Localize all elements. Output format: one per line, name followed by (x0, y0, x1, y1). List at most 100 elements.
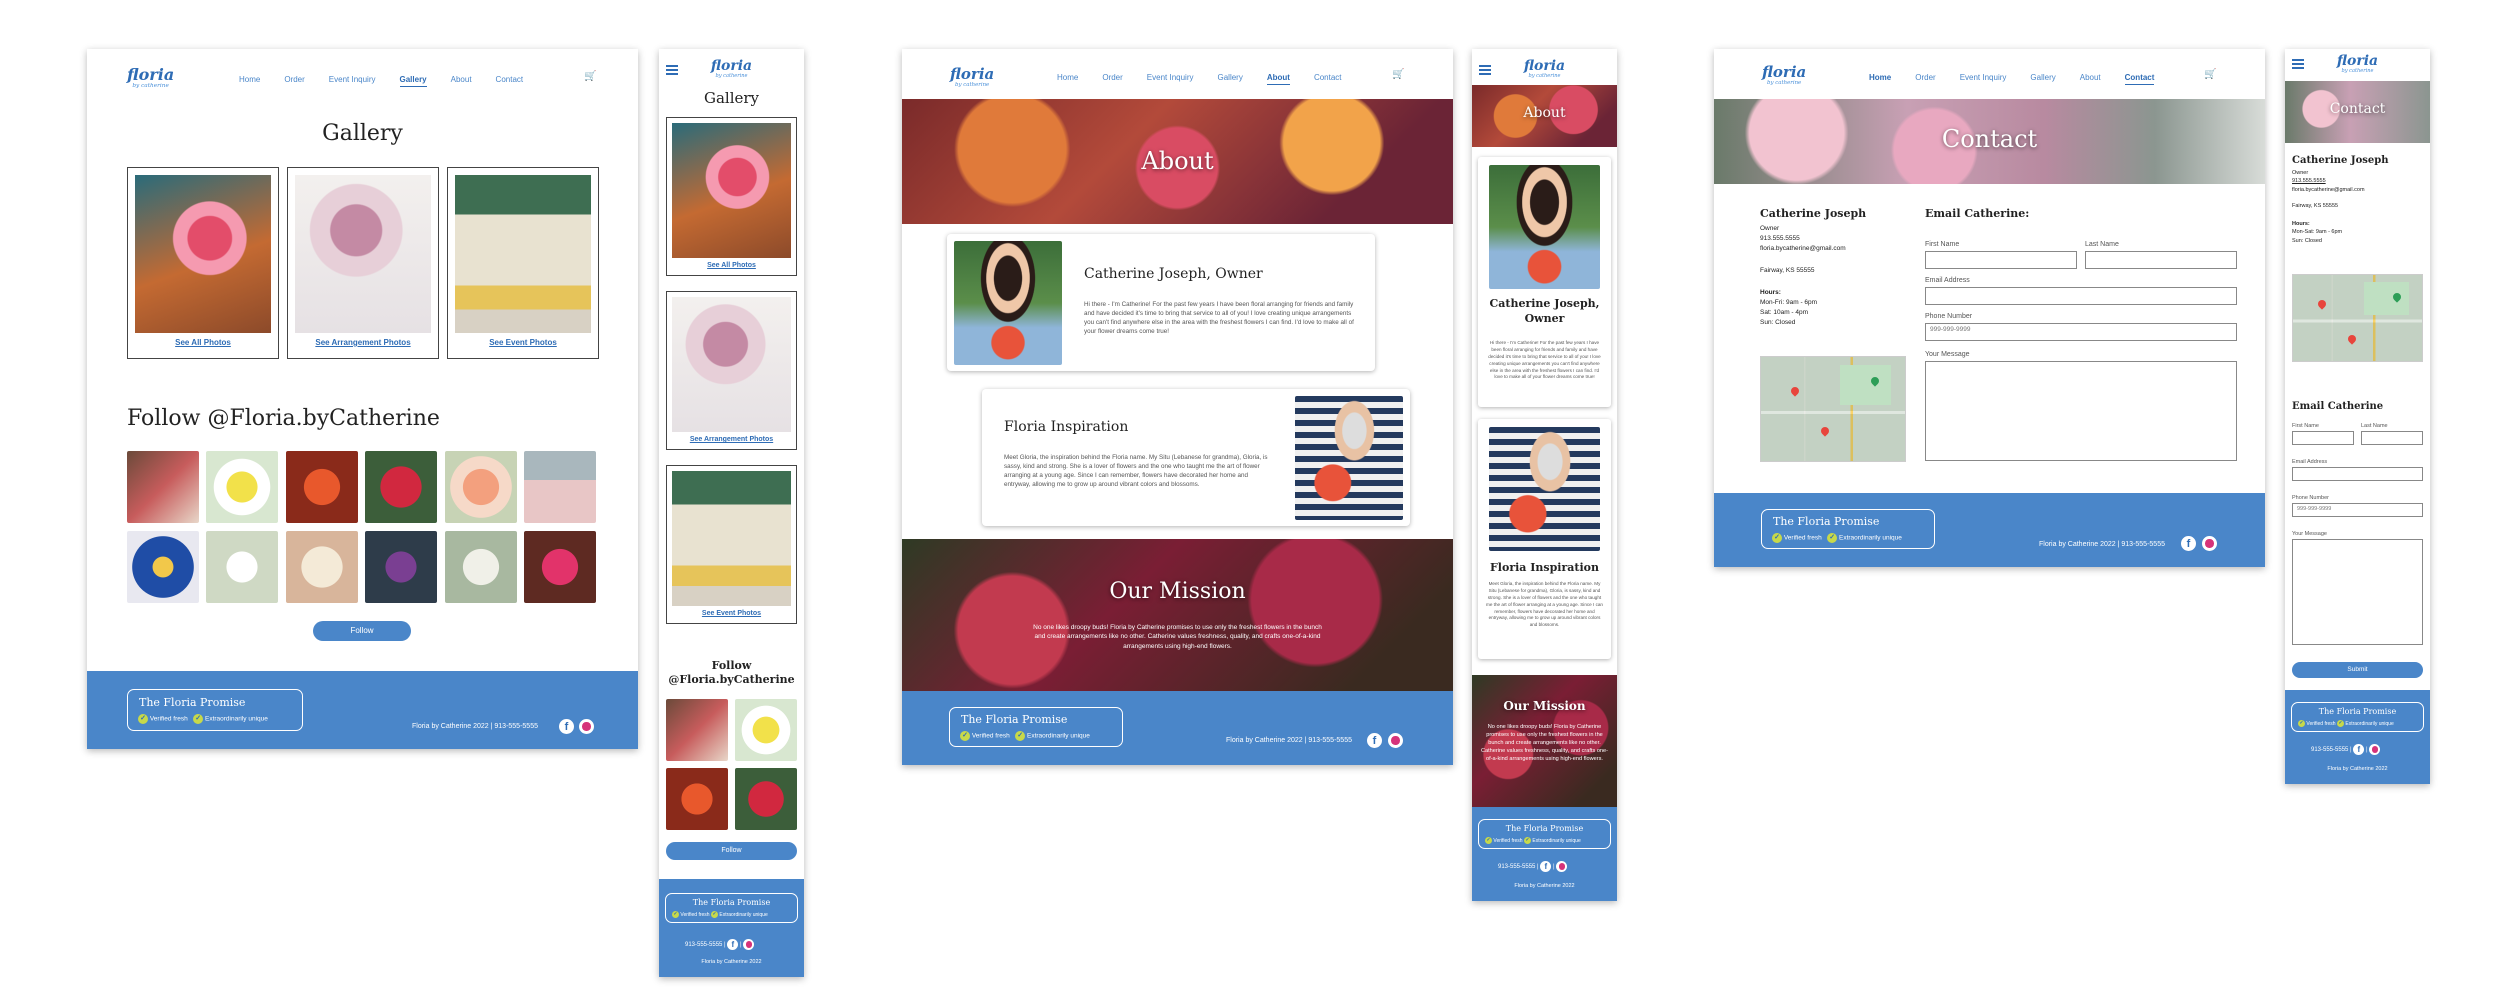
insta-photo[interactable] (365, 451, 437, 523)
instagram-icon[interactable] (579, 719, 594, 734)
instagram-icon[interactable] (1556, 861, 1568, 872)
last-name-input[interactable] (2085, 251, 2237, 269)
map[interactable] (1760, 356, 1906, 462)
logo[interactable]: floria by catherine (127, 67, 174, 92)
see-event-photos-link[interactable]: See Event Photos (448, 338, 598, 347)
nav-about[interactable]: About (2080, 73, 2101, 85)
insta-photo[interactable] (127, 531, 199, 603)
promise-fresh: Verified fresh (149, 715, 188, 723)
insta-photo[interactable] (735, 768, 797, 830)
nav-gallery[interactable]: Gallery (399, 75, 427, 87)
email-input[interactable] (2292, 467, 2423, 481)
phone-input[interactable]: 999-999-9999 (1925, 323, 2237, 341)
insta-photo[interactable] (735, 699, 797, 761)
follow-button[interactable]: Follow (666, 842, 797, 860)
nav-order[interactable]: Order (284, 75, 304, 87)
insta-photo[interactable] (206, 531, 278, 603)
hours-weekday: Mon-Sat: 9am - 6pm (2292, 229, 2343, 236)
message-textarea[interactable] (2292, 539, 2423, 645)
see-event-photos-link[interactable]: See Event Photos (667, 610, 796, 617)
contact-phone[interactable]: 913.555.5555 (2292, 177, 2389, 185)
insta-photo[interactable] (286, 531, 358, 603)
map-pin-icon (2391, 291, 2403, 303)
see-all-photos-link[interactable]: See All Photos (667, 262, 796, 269)
instagram-icon[interactable] (743, 939, 755, 950)
contact-email[interactable]: floria.bycatherine@gmail.com (2292, 186, 2389, 194)
logo[interactable]: floria by catherine (950, 67, 994, 91)
nav-about[interactable]: About (1266, 73, 1290, 85)
nav-gallery[interactable]: Gallery (1218, 73, 1243, 85)
gallery-card-event[interactable]: See Event Photos (447, 167, 599, 359)
logo[interactable]: floria by catherine (1762, 65, 1806, 89)
copyright: Floria by Catherine 2022 (1226, 737, 1303, 744)
facebook-icon[interactable]: f (2181, 536, 2196, 551)
map-pin-icon (1789, 385, 1801, 397)
logo[interactable]: floria by catherine (1472, 59, 1617, 82)
inspiration-text: Meet Gloria, the inspiration behind the … (1004, 454, 1268, 489)
phone-input[interactable]: 999-999-9999 (2292, 503, 2423, 517)
insta-photo[interactable] (524, 531, 596, 603)
facebook-icon[interactable]: f (2353, 744, 2365, 755)
mission-text: No one likes droopy buds! Floria by Cath… (1480, 724, 1609, 763)
nav-gallery[interactable]: Gallery (2030, 73, 2055, 85)
instagram-icon[interactable] (2369, 744, 2381, 755)
facebook-icon[interactable]: f (727, 939, 739, 950)
contact-phone[interactable]: 913.555.5555 (1760, 234, 1866, 244)
insta-photo[interactable] (445, 451, 517, 523)
contact-mobile-page: floria by catherine Contact Catherine Jos… (2285, 49, 2430, 784)
cart-icon[interactable]: 🛒 (2204, 69, 2216, 80)
cart-icon[interactable]: 🛒 (1392, 69, 1404, 80)
insta-photo[interactable] (365, 531, 437, 603)
insta-photo[interactable] (206, 451, 278, 523)
nav-order[interactable]: Order (1915, 73, 1935, 85)
nav-event-inquiry[interactable]: Event Inquiry (1147, 73, 1194, 85)
message-textarea[interactable] (1925, 361, 2237, 461)
insta-photo[interactable] (524, 451, 596, 523)
gallery-card-all[interactable]: See All Photos (666, 117, 797, 276)
insta-photo[interactable] (666, 699, 728, 761)
insta-photo[interactable] (286, 451, 358, 523)
gallery-card-event[interactable]: See Event Photos (666, 465, 797, 624)
follow-button[interactable]: Follow (313, 621, 411, 641)
first-name-input[interactable] (2292, 431, 2354, 445)
email-input[interactable] (1925, 287, 2237, 305)
separator: | (2350, 747, 2352, 754)
nav-home[interactable]: Home (1057, 73, 1078, 85)
facebook-icon[interactable]: f (1540, 861, 1552, 872)
gallery-card-arrangement[interactable]: See Arrangement Photos (666, 291, 797, 450)
nav-home[interactable]: Home (239, 75, 260, 87)
separator: | (490, 723, 493, 730)
nav-home[interactable]: Home (1869, 73, 1891, 85)
owner-text: Hi there - I'm Catherine! For the past f… (1084, 301, 1354, 336)
nav-order[interactable]: Order (1102, 73, 1122, 85)
promise-title: The Floria Promise (961, 713, 1068, 726)
first-name-input[interactable] (1925, 251, 2077, 269)
nav-about[interactable]: About (451, 75, 472, 87)
gallery-card-arrangement[interactable]: See Arrangement Photos (287, 167, 439, 359)
see-arrangement-photos-link[interactable]: See Arrangement Photos (667, 436, 796, 443)
map[interactable] (2292, 274, 2423, 362)
see-arrangement-photos-link[interactable]: See Arrangement Photos (288, 338, 438, 347)
check-icon: ✓ (1485, 837, 1492, 844)
see-all-photos-link[interactable]: See All Photos (128, 338, 278, 347)
last-name-input[interactable] (2361, 431, 2423, 445)
insta-photo[interactable] (666, 768, 728, 830)
logo[interactable]: floria by catherine (659, 59, 804, 82)
submit-button[interactable]: Submit (2292, 662, 2423, 678)
instagram-icon[interactable] (2202, 536, 2217, 551)
facebook-icon[interactable]: f (559, 719, 574, 734)
nav-event-inquiry[interactable]: Event Inquiry (329, 75, 376, 87)
gallery-card-all[interactable]: See All Photos (127, 167, 279, 359)
nav-contact[interactable]: Contact (496, 75, 524, 87)
contact-email[interactable]: floria.bycatherine@gmail.com (1760, 244, 1866, 254)
nav-event-inquiry[interactable]: Event Inquiry (1960, 73, 2007, 85)
logo[interactable]: floria by catherine (2285, 54, 2430, 77)
nav-contact[interactable]: Contact (2124, 73, 2155, 85)
instagram-icon[interactable] (1388, 733, 1403, 748)
insta-photo[interactable] (445, 531, 517, 603)
insta-photo[interactable] (127, 451, 199, 523)
form-title: Email Catherine (2292, 401, 2384, 412)
facebook-icon[interactable]: f (1367, 733, 1382, 748)
nav-contact[interactable]: Contact (1314, 73, 1342, 85)
cart-icon[interactable]: 🛒 (584, 71, 596, 82)
